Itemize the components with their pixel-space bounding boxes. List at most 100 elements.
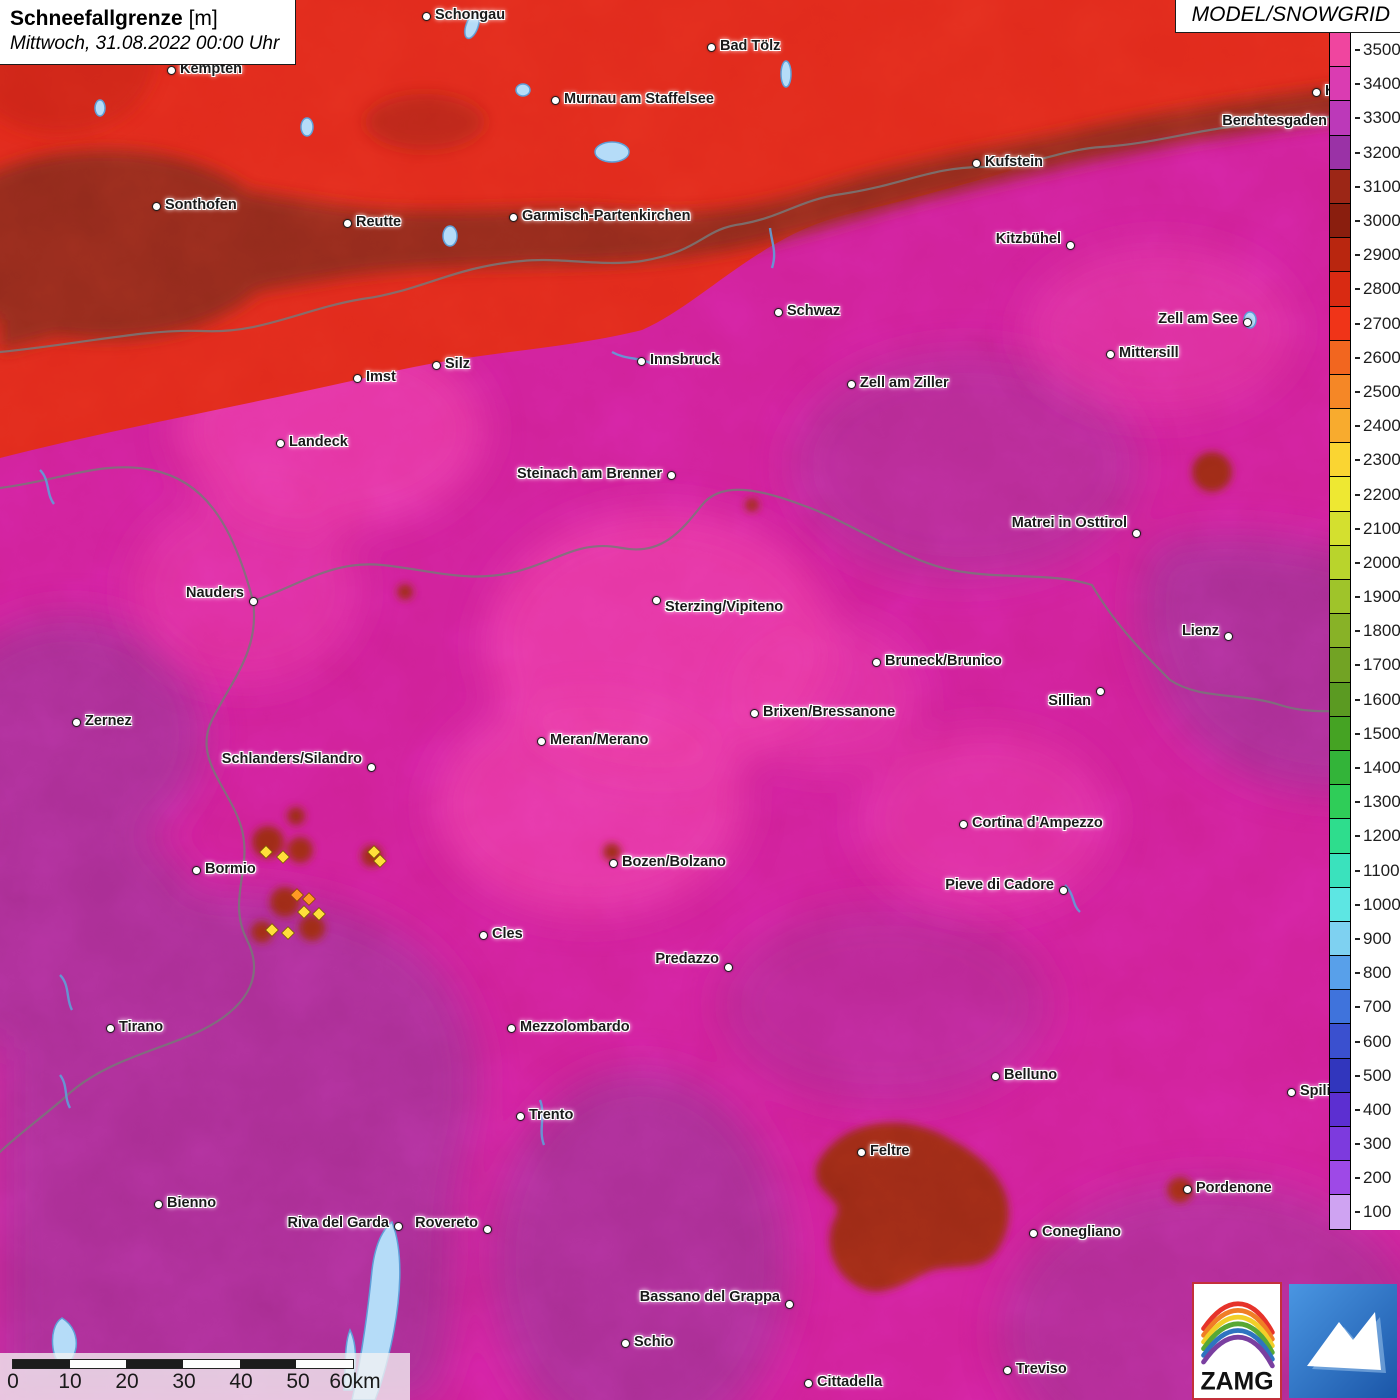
legend-value: 2600	[1351, 341, 1400, 375]
city-label-schwaz: Schwaz	[787, 302, 840, 321]
legend-color-swatch	[1329, 613, 1351, 648]
legend-row: 1500	[1329, 717, 1400, 751]
legend-rows: 3500340033003200310030002900280027002600…	[1329, 33, 1400, 1230]
legend-color-swatch	[1329, 647, 1351, 682]
city-label-lienz: Lienz	[1182, 622, 1219, 641]
city-label-cortina-d-ampezzo: Cortina d'Ampezzo	[972, 814, 1103, 833]
legend-color-swatch	[1329, 1126, 1351, 1161]
legend-row: 2900	[1329, 238, 1400, 272]
valid-datetime: Mittwoch, 31.08.2022 00:00 Uhr	[10, 32, 279, 56]
city-label-belluno: Belluno	[1004, 1066, 1057, 1085]
legend-color-swatch	[1329, 66, 1351, 101]
city-label-feltre: Feltre	[870, 1142, 910, 1161]
scalebar: 0102030405060km	[0, 1353, 410, 1400]
city-dot-rovereto	[483, 1225, 492, 1234]
scalebar-segment	[240, 1360, 297, 1368]
legend-row: 700	[1329, 990, 1400, 1024]
legend-color-swatch	[1329, 100, 1351, 135]
legend-value: 1900	[1351, 580, 1400, 614]
legend-color-swatch	[1329, 1092, 1351, 1127]
title-unit: [m]	[189, 7, 218, 30]
city-label-cittadella: Cittadella	[817, 1373, 882, 1392]
legend-color-swatch	[1329, 306, 1351, 341]
city-dot-trento	[516, 1112, 525, 1121]
city-label-reutte: Reutte	[356, 213, 401, 232]
legend-value: 2900	[1351, 238, 1400, 272]
legend-row: 3400	[1329, 67, 1400, 101]
city-label-garmisch-partenkirchen: Garmisch-Partenkirchen	[522, 207, 690, 226]
scalebar-tick-label: 20	[115, 1370, 138, 1394]
legend-color-swatch	[1329, 921, 1351, 956]
legend-row: 2300	[1329, 443, 1400, 477]
city-dot-zell-am-see	[1243, 318, 1252, 327]
legend-color-swatch	[1329, 476, 1351, 511]
title-box: Schneefallgrenze [m] Mittwoch, 31.08.202…	[0, 0, 296, 65]
legend-row: 2800	[1329, 272, 1400, 306]
legend-row: 2500	[1329, 375, 1400, 409]
legend-row: 500	[1329, 1059, 1400, 1093]
city-label-pieve-di-cadore: Pieve di Cadore	[945, 876, 1054, 895]
legend-value: 500	[1351, 1059, 1400, 1093]
legend-row: 3000	[1329, 204, 1400, 238]
city-dot-belluno	[991, 1072, 1000, 1081]
scalebar-segment	[70, 1360, 127, 1368]
legend-color-swatch	[1329, 716, 1351, 751]
city-label-bienno: Bienno	[167, 1194, 216, 1213]
legend-value: 1400	[1351, 751, 1400, 785]
city-dot-bad-t-lz	[707, 43, 716, 52]
city-label-bassano-del-grappa: Bassano del Grappa	[640, 1288, 780, 1307]
legend-value: 1600	[1351, 683, 1400, 717]
city-dot-treviso	[1003, 1366, 1012, 1375]
legend-row: 1300	[1329, 785, 1400, 819]
legend-row: 2000	[1329, 546, 1400, 580]
legend-color-swatch	[1329, 511, 1351, 546]
city-label-kufstein: Kufstein	[985, 153, 1043, 172]
legend-color-swatch	[1329, 545, 1351, 580]
legend-value: 2000	[1351, 546, 1400, 580]
scalebar-segment	[183, 1360, 240, 1368]
legend-value: 800	[1351, 956, 1400, 990]
snowgrid-map-page: SchongauBad TölzKemptenHalleinMurnau am …	[0, 0, 1400, 1400]
city-dot-schongau	[422, 12, 431, 21]
legend-row: 2600	[1329, 341, 1400, 375]
city-label-schlanders-silandro: Schlanders/Silandro	[222, 750, 362, 769]
legend-value: 2200	[1351, 477, 1400, 511]
city-label-kitzb-hel: Kitzbühel	[996, 230, 1061, 249]
legend-color-swatch	[1329, 135, 1351, 170]
city-label-nauders: Nauders	[186, 584, 244, 603]
city-dot-cittadella	[804, 1379, 813, 1388]
legend-row: 1000	[1329, 888, 1400, 922]
scalebar-bar	[12, 1359, 354, 1369]
legend-color-swatch	[1329, 989, 1351, 1024]
city-dot-garmisch-partenkirchen	[509, 213, 518, 222]
city-label-cles: Cles	[492, 925, 523, 944]
legend-row: 2400	[1329, 409, 1400, 443]
city-dot-tirano	[106, 1024, 115, 1033]
legend-color-swatch	[1329, 340, 1351, 375]
legend-value: 1800	[1351, 614, 1400, 648]
scalebar-tick-label: 30	[172, 1370, 195, 1394]
city-dot-nauders	[249, 597, 258, 606]
legend-value: 2400	[1351, 409, 1400, 443]
scalebar-tick-label: 50	[286, 1370, 309, 1394]
legend-value: 900	[1351, 922, 1400, 956]
legend-row: 800	[1329, 956, 1400, 990]
city-dot-matrei-in-osttirol	[1132, 529, 1141, 538]
legend-row: 1800	[1329, 614, 1400, 648]
city-dot-bruneck-brunico	[872, 658, 881, 667]
legend-value: 2100	[1351, 512, 1400, 546]
city-label-tirano: Tirano	[119, 1018, 163, 1037]
city-label-predazzo: Predazzo	[655, 950, 719, 969]
city-dot-imst	[353, 374, 362, 383]
legend-value: 700	[1351, 990, 1400, 1024]
city-label-conegliano: Conegliano	[1042, 1223, 1121, 1242]
legend-color-swatch	[1329, 682, 1351, 717]
city-label-zell-am-see: Zell am See	[1158, 310, 1238, 329]
legend-value: 300	[1351, 1127, 1400, 1161]
scalebar-segment	[126, 1360, 183, 1368]
legend-color-swatch	[1329, 169, 1351, 204]
city-label-sonthofen: Sonthofen	[165, 196, 237, 215]
city-dot-kitzb-hel	[1066, 241, 1075, 250]
city-label-steinach-am-brenner: Steinach am Brenner	[517, 465, 662, 484]
legend-row: 2100	[1329, 512, 1400, 546]
